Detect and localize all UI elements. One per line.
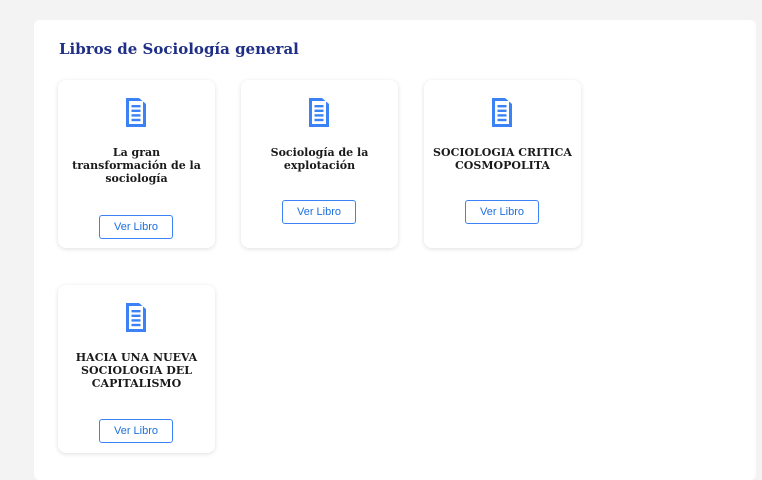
view-book-button[interactable]: Ver Libro xyxy=(282,200,356,224)
book-title: HACIA UNA NUEVA SOCIOLOGIA DEL CAPITALIS… xyxy=(75,351,198,390)
book-card: La gran transformación de la sociología … xyxy=(58,80,215,248)
book-icon xyxy=(309,98,329,127)
book-title: SOCIOLOGIA CRITICA COSMOPOLITA xyxy=(433,146,572,172)
book-icon xyxy=(492,98,512,127)
section-title: Libros de Sociología general xyxy=(59,40,299,58)
view-book-button[interactable]: Ver Libro xyxy=(465,200,539,224)
book-title: Sociología de la explotación xyxy=(270,146,369,172)
book-card: HACIA UNA NUEVA SOCIOLOGIA DEL CAPITALIS… xyxy=(58,285,215,453)
books-panel: Libros de Sociología general La gran tra… xyxy=(34,20,756,480)
book-title: La gran transformación de la sociología xyxy=(72,146,201,185)
book-icon xyxy=(126,303,146,332)
book-icon xyxy=(126,98,146,127)
book-card: Sociología de la explotación Ver Libro xyxy=(241,80,398,248)
book-card: SOCIOLOGIA CRITICA COSMOPOLITA Ver Libro xyxy=(424,80,581,248)
view-book-button[interactable]: Ver Libro xyxy=(99,215,173,239)
view-book-button[interactable]: Ver Libro xyxy=(99,419,173,443)
